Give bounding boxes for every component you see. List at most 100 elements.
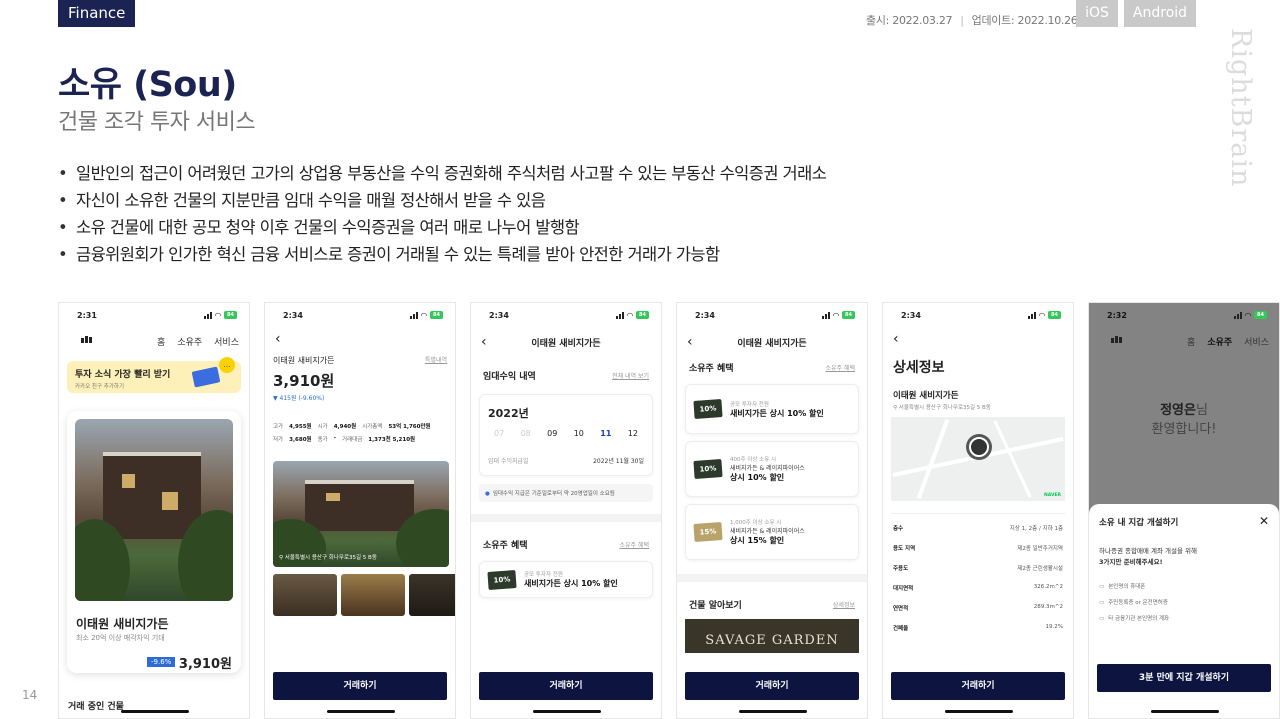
status-bar: 2:34 ◠ 84 [677,303,867,327]
platform-badge-android: Android [1124,0,1196,27]
month-option-selected[interactable]: 11 [600,429,611,438]
stat-label: 거래대금 [342,437,363,443]
status-bar: 2:31 ◠ 84 [59,303,249,327]
view-all-link[interactable]: 전체 내역 보기 [612,371,649,380]
stat-label: 시가 [317,424,328,430]
month-option[interactable]: 12 [628,429,638,438]
status-time: 2:34 [489,310,509,320]
list-item: 연면적 289.3m^2 [891,598,1065,618]
top-nav: 홈 소유주 서비스 [1089,327,1279,355]
thumbnail[interactable] [409,574,455,616]
feature-item: 자신이 소유한 건물의 지분만큼 임대 수익을 매월 정산해서 받을 수 있음 [58,187,826,214]
back-icon[interactable]: ‹ [687,334,707,350]
price-stats: 고가 4,955원 시가 4,940원 시가총액 53억 1,760만원 저가 3,68… [273,422,447,443]
benefit-title: 새비지가든 상시 10% 할인 [730,408,824,418]
status-bar: 2:34 ◠ 84 [265,303,455,327]
spec-value: 지상 1, 2층 / 지하 1층 [1009,526,1063,532]
nav-services[interactable]: 서비스 [214,335,239,348]
status-bar: 2:32 ◠ 84 [1089,303,1279,327]
location-map[interactable]: NAVER [891,417,1065,501]
trade-button[interactable]: 거래하기 [479,672,653,700]
stat-label: 종가 [317,437,328,443]
benefit-partners: 새비지가든 & 레이지파이어스 [730,465,805,472]
battery-icon: 84 [842,311,855,319]
stat-value: 53억 1,760만원 [388,424,431,430]
building-address-text: 서울특별시 용산구 회나무로35길 5 B동 [898,405,991,411]
stat-value: 4,955원 [289,424,312,430]
coupon-icon: 15% [693,522,723,542]
wifi-icon: ◠ [626,310,634,320]
wifi-icon: ◠ [1244,310,1252,320]
back-icon[interactable]: ‹ [265,327,455,351]
back-icon[interactable]: ‹ [481,334,501,350]
benefit-condition: 1,000주 이상 소유 시 [730,520,782,526]
thumbnail[interactable] [273,574,337,616]
month-selector: 07 08 09 10 11 12 [488,429,644,438]
map-pin-icon [969,437,989,457]
trade-button[interactable]: 거래하기 [891,672,1065,700]
status-bar: 2:34 ◠ 84 [471,303,661,327]
benefit-card[interactable]: 15% 1,000주 이상 소유 시 새비지가든 & 레이지파이어스 상시 15… [685,504,859,560]
spec-value: 제2종 일반주거지역 [1017,546,1063,552]
benefit-card[interactable]: 10% 공모 투자자 전원 새비지가든 상시 10% 할인 [479,561,653,598]
spec-label: 연면적 [893,606,909,612]
list-item: 대지면적 326.2m^2 [891,578,1065,598]
month-option[interactable]: 10 [574,429,584,438]
page-number: 14 [22,688,38,702]
update-date: 업데이트: 2022.10.26 [971,14,1078,27]
sheet-title: 소유 내 지갑 개설하기 [1099,518,1179,528]
savage-garden-banner[interactable]: SAVAGE GARDEN [685,619,859,653]
income-calendar: 2022년 07 08 09 10 11 12 임대 수익지급일 2022년 1… [479,394,653,476]
nav-owners[interactable]: 소유주 [1207,335,1232,348]
feature-list: 일반인의 접근이 어려웠던 고가의 상업용 부동산을 수익 증권화해 주식처럼 … [58,160,827,268]
detail-link[interactable]: 상세정보 [833,600,855,609]
nav-services[interactable]: 서비스 [1244,335,1269,348]
month-option[interactable]: 07 [494,429,504,438]
building-address: ⚲ 서울특별시 용산구 회나무로35길 5 B동 [279,553,377,561]
screen-title: 이태원 새비지가든 [531,338,601,349]
status-time: 2:31 [77,310,97,320]
signal-icon [1027,311,1036,319]
kakao-banner[interactable]: 투자 소식 가장 빨리 받기 카카오 친구 추가하기 … [67,357,241,393]
section-title: 거래 중인 건물 [68,702,124,712]
trade-button[interactable]: 거래하기 [273,672,447,700]
feature-item: 일반인의 접근이 어려웠던 고가의 상업용 부동산을 수익 증권화해 주식처럼 … [58,160,827,187]
back-icon[interactable]: ‹ [883,327,1073,351]
benefit-card[interactable]: 10% 400주 이상 소유 시 새비지가든 & 레이지파이어스 상시 10% … [685,441,859,497]
phone-screen-home: 2:31 ◠ 84 홈 소유주 서비스 투자 소식 가장 빨리 받기 카카오 친… [58,302,250,719]
honorific: 님 [1195,403,1208,418]
detail-link[interactable]: 특별내역 [425,355,447,366]
sheet-intro: 하나증권 종합매매 계좌 개설을 위해 3가지만 준비해주세요! [1099,546,1269,568]
month-option[interactable]: 09 [547,429,557,438]
trade-button[interactable]: 거래하기 [685,672,859,700]
close-icon[interactable]: ✕ [1259,514,1269,528]
thumbnail[interactable] [341,574,405,616]
benefits-link[interactable]: 소유주 혜택 [619,540,649,549]
nav-home[interactable]: 홈 [1187,335,1195,348]
building-card[interactable]: 이태원 새비지가든 최소 20억 이상 매각차익 기대 -9.6% 3,910원 [67,411,241,673]
spec-value: 제2종 근린생활시설 [1017,566,1063,572]
nav-home[interactable]: 홈 [157,335,165,348]
benefit-card[interactable]: 10% 공모 투자자 전원 새비지가든 상시 10% 할인 [685,384,859,434]
divider [471,514,661,522]
nav-owners[interactable]: 소유주 [177,335,202,348]
app-logo-icon[interactable] [1111,336,1175,346]
stat-value: - [333,435,337,441]
payout-notice: 임대수익 지급은 기준일로부터 약 20영업일이 소요됨 [479,484,653,502]
benefits-link[interactable]: 소유주 혜택 [825,363,855,372]
spec-label: 대지면적 [893,586,914,592]
spec-label: 용도 지역 [893,546,916,552]
status-time: 2:34 [283,310,303,320]
due-value: 2022년 11월 30일 [593,458,644,465]
feature-item: 금융위원회가 인가한 혁신 금융 서비스로 증권이 거래될 수 있는 특례를 받… [58,241,826,268]
open-wallet-button[interactable]: 3분 만에 지갑 개설하기 [1097,664,1271,692]
list-item: 건폐율 19.2% [891,618,1065,638]
benefit-condition: 공모 투자자 전원 [730,401,769,408]
building-photo[interactable] [273,461,449,567]
phone-screen-building-detail: 2:34 ◠ 84 ‹ 이태원 새비지가든 특별내역 3,910원 ▼ 415원… [264,302,456,719]
top-nav: 홈 소유주 서비스 [59,327,249,355]
month-option[interactable]: 08 [521,429,531,438]
welcome-text: 환영합니다! [1151,422,1217,437]
signal-icon [1233,311,1242,319]
app-logo-icon[interactable] [81,336,145,346]
